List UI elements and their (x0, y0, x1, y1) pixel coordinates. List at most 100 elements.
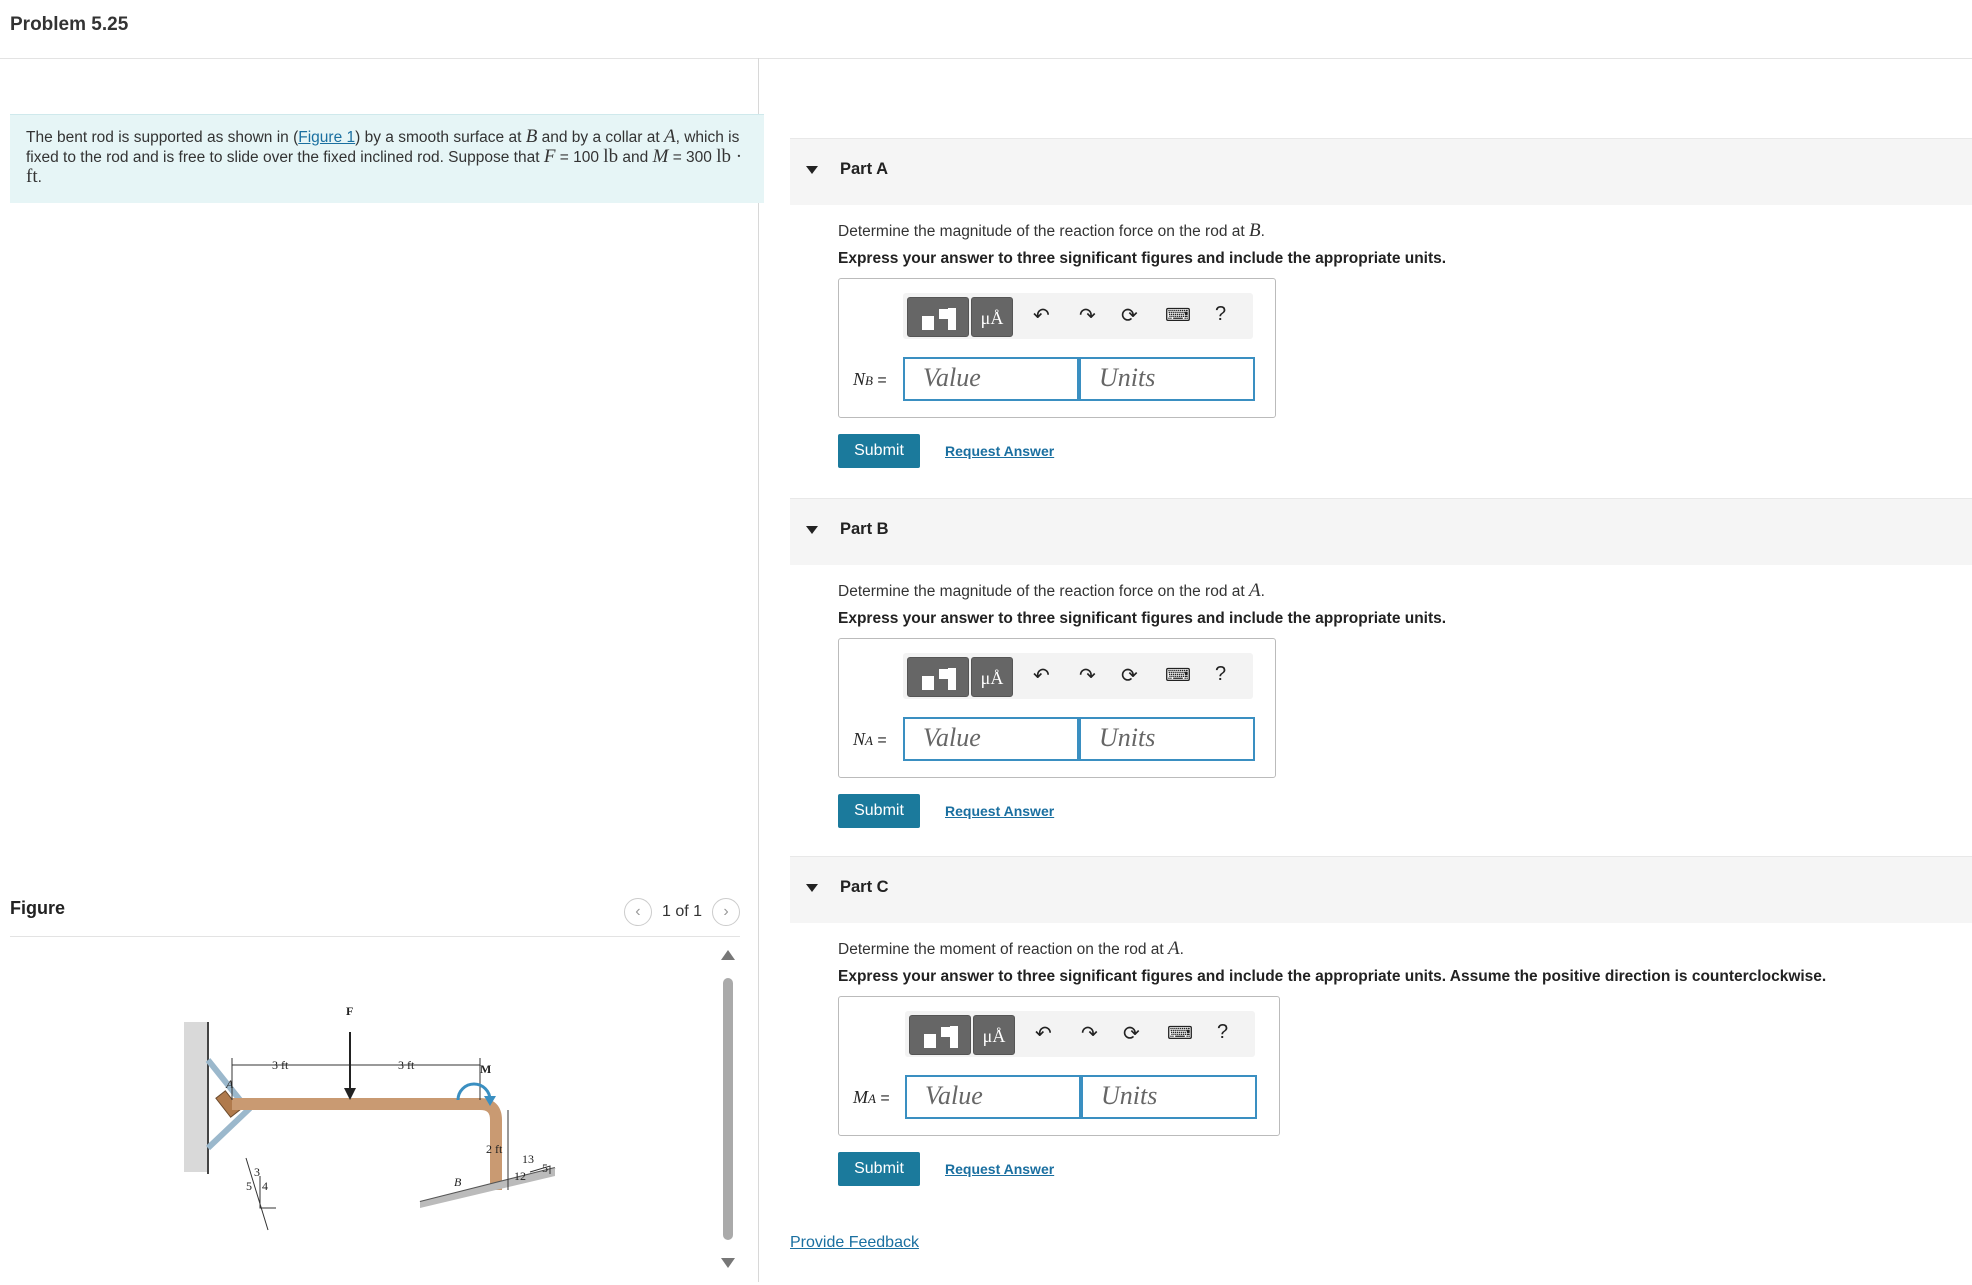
units-input[interactable]: Units (1081, 1075, 1257, 1119)
units-input[interactable]: Units (1079, 357, 1255, 401)
undo-icon[interactable]: ↶ (1035, 1021, 1052, 1046)
units-icon[interactable]: μÅ (971, 297, 1013, 337)
reset-icon[interactable]: ⟳ (1123, 1021, 1140, 1046)
caret-down-icon[interactable] (806, 884, 818, 892)
surface-hatch (420, 1168, 555, 1208)
part-c-instruction: Express your answer to three significant… (838, 968, 1827, 985)
problem-text: = 300 (668, 149, 717, 166)
variable-label: MA = (853, 1087, 890, 1107)
reset-icon[interactable]: ⟳ (1121, 303, 1138, 328)
var-sub: B (865, 373, 873, 388)
value-input[interactable]: Value (903, 357, 1079, 401)
answer-row: NB = Value Units (839, 357, 1275, 403)
part-b-instruction: Express your answer to three significant… (838, 610, 1447, 627)
chevron-right-icon[interactable]: › (712, 898, 740, 926)
units-input[interactable]: Units (1079, 717, 1255, 761)
value-input[interactable]: Value (903, 717, 1079, 761)
math-toolbar: μÅ ↶ ↷ ⟳ ⌨ ? (903, 293, 1253, 339)
part-a-question: Determine the magnitude of the reaction … (838, 220, 1265, 241)
caret-down-icon[interactable] (806, 166, 818, 174)
problem-text: The bent rod is supported as shown in ( (26, 129, 299, 146)
scroll-down-icon[interactable] (721, 1258, 735, 1268)
label-b: B (454, 1175, 462, 1189)
problem-text: = 100 (555, 149, 604, 166)
keyboard-icon[interactable]: ⌨ (1167, 1023, 1193, 1044)
variable-label: NA = (853, 729, 887, 749)
redo-icon[interactable]: ↷ (1079, 663, 1096, 688)
part-b-header[interactable]: Part B (790, 498, 1972, 565)
figure-pager: ‹ 1 of 1 › (623, 898, 740, 926)
part-c-question: Determine the moment of reaction on the … (838, 938, 1184, 959)
answer-row: NA = Value Units (839, 717, 1275, 763)
var-f: F (543, 146, 556, 167)
question-var: A (1167, 938, 1180, 959)
templates-icon[interactable] (907, 657, 969, 697)
math-toolbar: μÅ ↶ ↷ ⟳ ⌨ ? (905, 1011, 1255, 1057)
label-s3: 3 (254, 1165, 260, 1179)
request-answer-link[interactable]: Request Answer (945, 1161, 1054, 1177)
label-s12: 12 (514, 1169, 526, 1183)
label-m: M (480, 1062, 491, 1076)
value-input[interactable]: Value (905, 1075, 1081, 1119)
units-icon[interactable]: μÅ (971, 657, 1013, 697)
caret-down-icon[interactable] (806, 526, 818, 534)
submit-button[interactable]: Submit (838, 1152, 920, 1186)
units-icon[interactable]: μÅ (973, 1015, 1015, 1055)
label-d2: 3 ft (398, 1058, 415, 1072)
question-text: Determine the magnitude of the reaction … (838, 223, 1249, 240)
problem-text: ) by a smooth surface at (355, 129, 526, 146)
figure-scrollbar[interactable] (721, 950, 735, 1270)
figure-header: Figure ‹ 1 of 1 › (10, 890, 740, 937)
problem-text: and (618, 149, 653, 166)
bent-rod-figure: F M A B 3 ft 3 ft 2 ft 3 4 5 13 12 5 (184, 1004, 556, 1231)
question-text: Determine the moment of reaction on the … (838, 941, 1168, 958)
part-c-header[interactable]: Part C (790, 856, 1972, 923)
part-b-question: Determine the magnitude of the reaction … (838, 580, 1265, 601)
redo-icon[interactable]: ↷ (1079, 303, 1096, 328)
question-var: A (1249, 580, 1261, 601)
reset-icon[interactable]: ⟳ (1121, 663, 1138, 688)
submit-button[interactable]: Submit (838, 434, 920, 468)
templates-icon[interactable] (909, 1015, 971, 1055)
help-icon[interactable]: ? (1215, 303, 1226, 326)
part-a-header[interactable]: Part A (790, 138, 1972, 205)
part-b: Part B Determine the magnitude of the re… (790, 498, 1972, 828)
templates-icon[interactable] (907, 297, 969, 337)
page-title: Problem 5.25 (10, 14, 129, 35)
undo-icon[interactable]: ↶ (1033, 663, 1050, 688)
label-a: A (225, 1077, 234, 1091)
part-b-title: Part B (840, 520, 889, 538)
undo-icon[interactable]: ↶ (1033, 303, 1050, 328)
label-s5b: 5 (542, 1161, 548, 1175)
keyboard-icon[interactable]: ⌨ (1165, 665, 1191, 686)
help-icon[interactable]: ? (1217, 1021, 1228, 1044)
label-s13: 13 (522, 1152, 534, 1166)
problem-text: and by a collar at (537, 129, 664, 146)
scroll-thumb[interactable] (723, 978, 733, 1240)
figure-link[interactable]: Figure 1 (298, 129, 355, 146)
label-d1: 3 ft (272, 1058, 289, 1072)
help-icon[interactable]: ? (1215, 663, 1226, 686)
part-b-answer-box: μÅ ↶ ↷ ⟳ ⌨ ? NA = Value Units (838, 638, 1276, 778)
figure-label: Figure (10, 898, 66, 918)
label-f: F (346, 1004, 353, 1018)
var-m: M (652, 146, 669, 167)
request-answer-link[interactable]: Request Answer (945, 443, 1054, 459)
redo-icon[interactable]: ↷ (1081, 1021, 1098, 1046)
question-var: B (1249, 220, 1261, 241)
var-sub: A (865, 733, 873, 748)
var-a: A (664, 126, 676, 147)
part-a-title: Part A (840, 160, 888, 178)
keyboard-icon[interactable]: ⌨ (1165, 305, 1191, 326)
request-answer-link[interactable]: Request Answer (945, 803, 1054, 819)
question-text: Determine the magnitude of the reaction … (838, 583, 1249, 600)
part-a-answer-box: μÅ ↶ ↷ ⟳ ⌨ ? NB = Value Units (838, 278, 1276, 418)
provide-feedback-link[interactable]: Provide Feedback (790, 1234, 919, 1252)
chevron-left-icon[interactable]: ‹ (623, 898, 652, 926)
submit-button[interactable]: Submit (838, 794, 920, 828)
scroll-up-icon[interactable] (721, 950, 735, 960)
part-a: Part A Determine the magnitude of the re… (790, 138, 1972, 468)
right-panel: Part A Determine the magnitude of the re… (760, 58, 1972, 1282)
math-toolbar: μÅ ↶ ↷ ⟳ ⌨ ? (903, 653, 1253, 699)
part-a-instruction: Express your answer to three significant… (838, 250, 1447, 267)
